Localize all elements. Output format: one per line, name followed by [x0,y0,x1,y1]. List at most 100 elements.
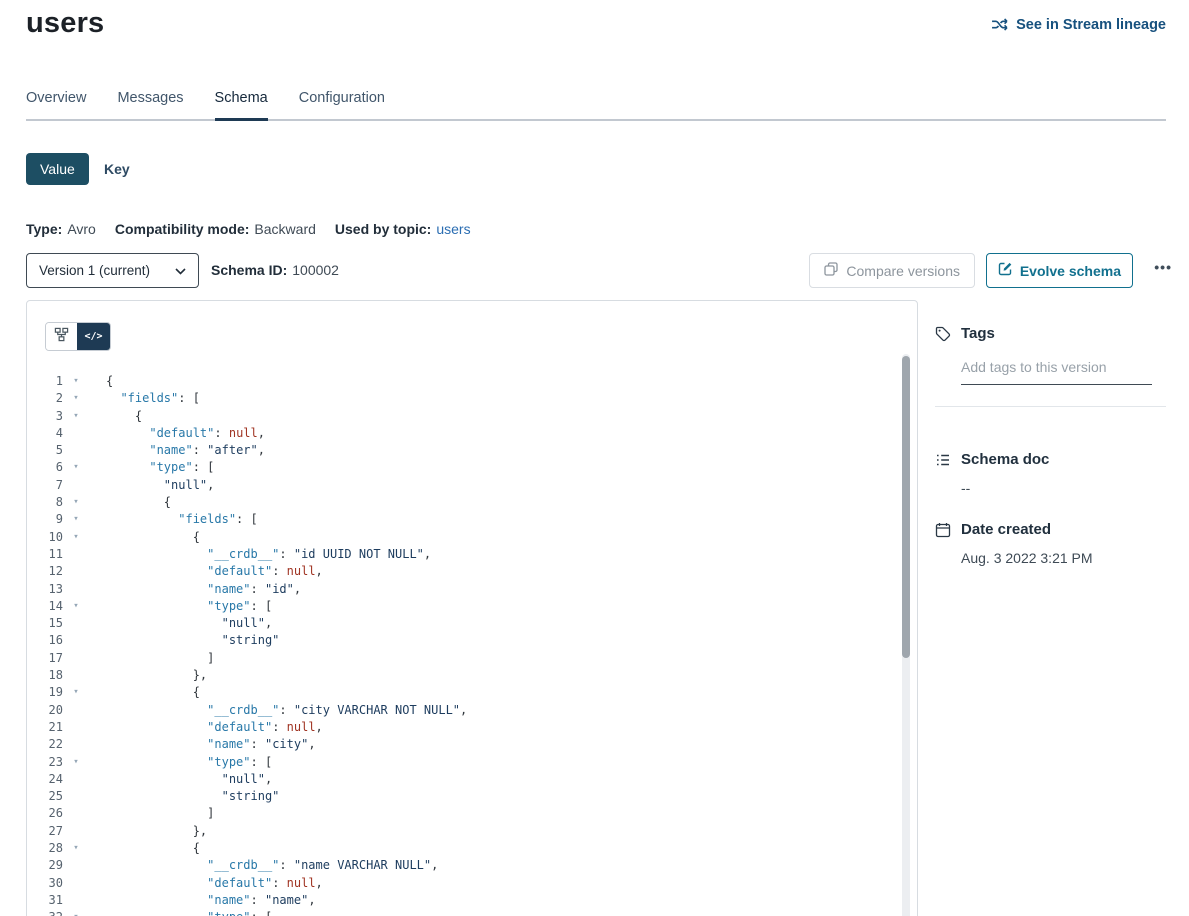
fold-arrow-icon [68,615,84,632]
tree-view-icon [54,327,69,347]
code-line: 28 ▾ { [27,840,899,857]
line-number: 8 [27,494,63,511]
compat-value: Backward [254,221,315,237]
code-text: ] [106,805,214,822]
code-line: 13 "name": "id", [27,581,899,598]
fold-arrow-icon [68,823,84,840]
code-line: 19▾ { [27,684,899,701]
line-number: 27 [27,823,63,840]
sidebar-divider [935,406,1166,407]
code-line: 31 "name": "name", [27,892,899,909]
line-number: 32 [27,909,63,916]
code-text: { [106,408,142,425]
code-line: 5 "name": "after", [27,442,899,459]
line-number: 14 [27,598,63,615]
line-number: 9 [27,511,63,528]
schema-sidebar: Tags Schema doc -- Date created Aug. 3 2… [935,325,1166,566]
code-text: "null", [106,615,272,632]
code-text: "name": "id", [106,581,301,598]
code-line: 25 "string" [27,788,899,805]
line-number: 15 [27,615,63,632]
code-text: "__crdb__": "name VARCHAR NULL", [106,857,438,874]
code-text: "fields": [ [106,390,200,407]
schema-doc-title: Schema doc [961,451,1049,468]
code-line: 6▾ "type": [ [27,459,899,476]
fold-arrow-icon[interactable]: ▾ [68,529,84,546]
fold-arrow-icon[interactable]: ▾ [68,684,84,701]
line-number: 18 [27,667,63,684]
schema-doc-header: Schema doc [935,451,1166,468]
code-text: "__crdb__": "city VARCHAR NOT NULL", [106,702,467,719]
code-line: 2▾ "fields": [ [27,390,899,407]
fold-arrow-icon[interactable]: ▾ [68,754,84,771]
code-text: { [106,373,113,390]
code-line: 27 }, [27,823,899,840]
editor-scrollbar[interactable] [902,354,910,916]
fold-arrow-icon [68,736,84,753]
code-text: ] [106,650,214,667]
line-number: 19 [27,684,63,701]
code-text: { [106,840,200,857]
code-text: "type": [ [106,909,272,916]
fold-arrow-icon [68,425,84,442]
code-line: 7 "null", [27,477,899,494]
evolve-schema-button[interactable]: Evolve schema [986,253,1133,288]
tab-messages[interactable]: Messages [117,88,183,119]
code-text: }, [106,667,207,684]
code-view-button[interactable]: </> [77,323,110,350]
fold-arrow-icon[interactable]: ▾ [68,459,84,476]
fold-arrow-icon[interactable]: ▾ [68,390,84,407]
code-line: 20 "__crdb__": "city VARCHAR NOT NULL", [27,702,899,719]
fold-arrow-icon[interactable]: ▾ [68,511,84,528]
more-actions-button[interactable]: ••• [1154,259,1172,275]
line-number: 12 [27,563,63,580]
line-number: 28 [27,840,63,857]
tab-overview[interactable]: Overview [26,88,86,119]
code-line: 3 ▾ { [27,408,899,425]
type-label: Type: [26,221,62,237]
evolve-schema-label: Evolve schema [1020,263,1121,279]
fold-arrow-icon [68,892,84,909]
tab-schema[interactable]: Schema [215,88,268,119]
tree-view-button[interactable] [46,323,77,350]
code-text: }, [106,823,207,840]
version-select[interactable]: Version 1 (current) [26,253,199,288]
code-line: 17 ] [27,650,899,667]
fold-arrow-icon [68,667,84,684]
compare-versions-button[interactable]: Compare versions [809,253,975,288]
type-value: Avro [67,221,96,237]
stream-lineage-link[interactable]: See in Stream lineage [991,16,1166,33]
fold-arrow-icon[interactable]: ▾ [68,408,84,425]
line-number: 5 [27,442,63,459]
fold-arrow-icon [68,788,84,805]
line-number: 31 [27,892,63,909]
code-text: { [106,529,200,546]
schema-value-toggle[interactable]: Value [26,153,89,185]
fold-arrow-icon [68,719,84,736]
tags-input[interactable] [961,355,1152,385]
fold-arrow-icon[interactable]: ▾ [68,373,84,390]
code-text: "type": [ [106,459,214,476]
fold-arrow-icon[interactable]: ▾ [68,598,84,615]
schema-key-toggle[interactable]: Key [104,161,130,177]
fold-arrow-icon[interactable]: ▾ [68,494,84,511]
schema-doc-value: -- [961,480,1166,496]
code-line: 16 "string" [27,632,899,649]
code-text: "type": [ [106,754,272,771]
type-meta: Type: Avro [26,221,96,237]
code-line: 4 "default": null, [27,425,899,442]
line-number: 11 [27,546,63,563]
editor-scrollbar-thumb[interactable] [902,356,910,658]
code-line: 9▾ "fields": [ [27,511,899,528]
code-line: 15 "null", [27,615,899,632]
fold-arrow-icon[interactable]: ▾ [68,840,84,857]
tab-configuration[interactable]: Configuration [299,88,385,119]
code-text: "null", [106,771,272,788]
topic-link[interactable]: users [436,221,470,237]
fold-arrow-icon[interactable]: ▾ [68,909,84,916]
fold-arrow-icon [68,702,84,719]
date-created-value: Aug. 3 2022 3:21 PM [961,550,1166,566]
code-line: 24 "null", [27,771,899,788]
line-number: 3 [27,408,63,425]
fold-arrow-icon [68,875,84,892]
